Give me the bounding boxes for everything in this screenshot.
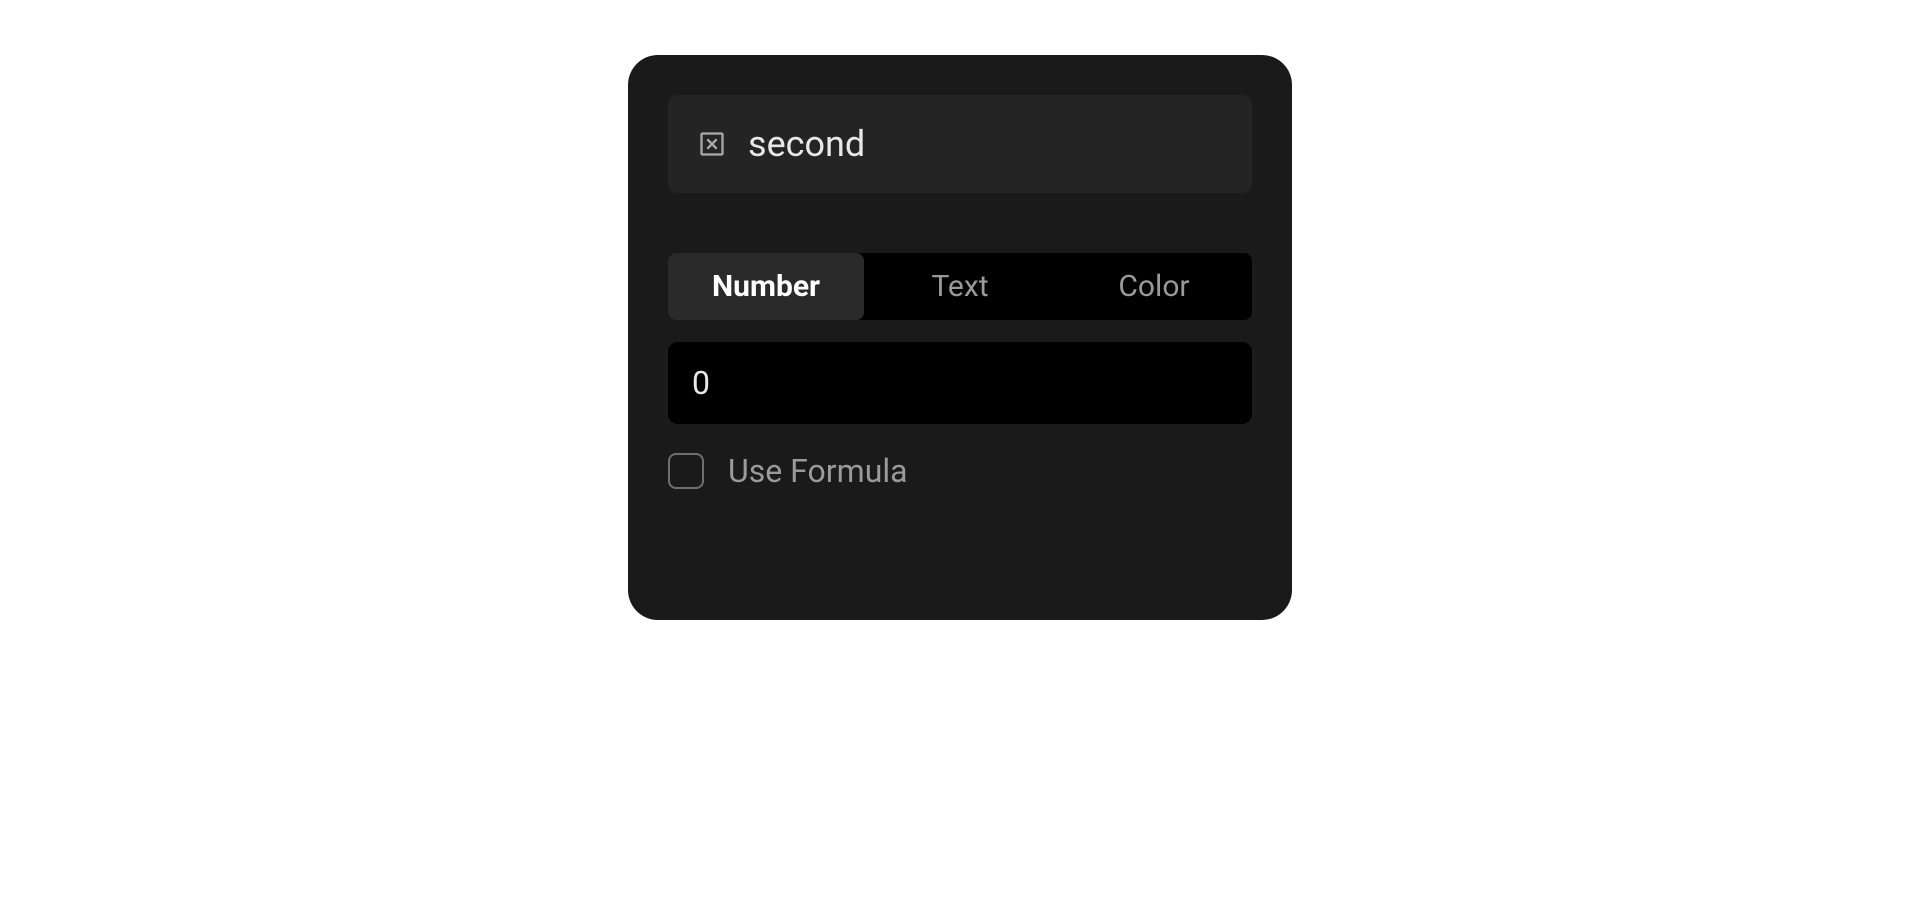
type-tabs: Number Text Color — [668, 253, 1252, 320]
use-formula-checkbox[interactable] — [668, 453, 704, 489]
variable-editor-panel: Number Text Color Use Formula — [628, 55, 1292, 620]
tab-number[interactable]: Number — [668, 253, 864, 320]
tab-color[interactable]: Color — [1056, 253, 1252, 320]
tab-text[interactable]: Text — [864, 253, 1056, 320]
use-formula-label[interactable]: Use Formula — [728, 452, 908, 490]
field-name-input[interactable] — [748, 123, 1222, 165]
field-name-row — [668, 95, 1252, 193]
variable-icon — [698, 130, 726, 158]
use-formula-row: Use Formula — [668, 452, 1252, 490]
value-input[interactable] — [668, 342, 1252, 424]
